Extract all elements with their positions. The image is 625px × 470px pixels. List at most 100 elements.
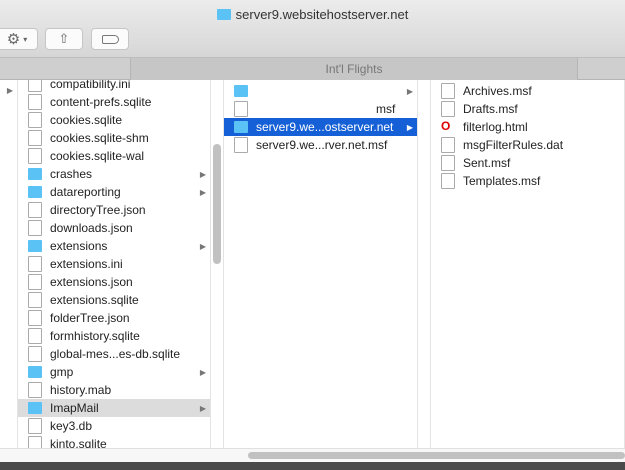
list-item[interactable]: Templates.msf — [431, 172, 624, 190]
chevron-right-icon: ▶ — [199, 241, 206, 251]
window-title: server9.websitehostserver.net — [0, 7, 625, 22]
list-item[interactable]: msf — [224, 100, 417, 118]
horizontal-scrollbar[interactable] — [0, 448, 625, 462]
chevron-right-icon: ▶ — [199, 169, 206, 179]
list-item[interactable]: formhistory.sqlite — [18, 327, 210, 345]
item-label: extensions.ini — [50, 257, 123, 271]
file-icon — [28, 148, 42, 164]
file-icon — [28, 94, 42, 110]
list-item[interactable]: msgFilterRules.dat — [431, 136, 624, 154]
column-1: compatibility.ini content-prefs.sqlite coo… — [18, 80, 211, 448]
list-item[interactable]: directoryTree.json — [18, 201, 210, 219]
list-item[interactable]: server9.we...rver.net.msf — [224, 136, 417, 154]
list-item[interactable]: compatibility.ini — [18, 80, 210, 93]
item-label: ImapMail — [50, 401, 99, 415]
column-browser: ▶ compatibility.ini content-prefs.sqlite c… — [0, 80, 625, 448]
list-item[interactable]: cookies.sqlite-shm — [18, 129, 210, 147]
list-item[interactable]: extensions.ini — [18, 255, 210, 273]
list-item[interactable]: extensions.json — [18, 273, 210, 291]
share-button[interactable]: ⇧ — [45, 28, 83, 50]
item-label: msf — [376, 102, 396, 116]
file-icon — [28, 220, 42, 236]
file-icon — [28, 274, 42, 290]
file-icon — [28, 292, 42, 308]
item-label: kinto.sqlite — [50, 437, 107, 448]
item-label: content-prefs.sqlite — [50, 95, 152, 109]
scrollbar-thumb[interactable] — [248, 452, 625, 459]
list-item[interactable]: gmp ▶ — [18, 363, 210, 381]
vertical-scrollbar[interactable] — [213, 144, 221, 264]
file-icon — [28, 256, 42, 272]
file-icon — [28, 80, 42, 92]
window-title-text: server9.websitehostserver.net — [235, 7, 409, 22]
tab-intl-flights[interactable]: Int'l Flights — [130, 58, 578, 80]
list-item[interactable]: extensions ▶ — [18, 237, 210, 255]
list-item[interactable]: Archives.msf — [431, 82, 624, 100]
list-item[interactable]: history.mab — [18, 381, 210, 399]
list-item[interactable]: kinto.sqlite — [18, 435, 210, 448]
tab-bar: Int'l Flights — [0, 58, 625, 80]
item-label: extensions.sqlite — [50, 293, 139, 307]
file-icon — [28, 418, 42, 434]
item-label: extensions.json — [50, 275, 133, 289]
file-icon — [441, 155, 455, 171]
list-item[interactable]: content-prefs.sqlite — [18, 93, 210, 111]
list-item[interactable]: ImapMail ▶ — [18, 399, 210, 417]
item-label: history.mab — [50, 383, 112, 397]
list-item[interactable]: datareporting ▶ — [18, 183, 210, 201]
list-item[interactable]: ▶ — [224, 82, 417, 100]
item-label: directoryTree.json — [50, 203, 146, 217]
list-item[interactable]: extensions.sqlite — [18, 291, 210, 309]
file-icon — [28, 328, 42, 344]
file-icon — [28, 382, 42, 398]
list-item[interactable]: Sent.msf — [431, 154, 624, 172]
folder-icon — [28, 402, 42, 414]
list-item[interactable]: server9.we...ostserver.net ▶ — [224, 118, 417, 136]
chevron-right-icon: ▶ — [199, 187, 206, 197]
folder-icon — [28, 240, 42, 252]
file-icon — [234, 137, 248, 153]
tags-button[interactable] — [91, 28, 129, 50]
file-icon — [28, 112, 42, 128]
list-item[interactable]: folderTree.json — [18, 309, 210, 327]
folder-icon — [28, 366, 42, 378]
toolbar: server9.websitehostserver.net ⚙ ▾ ⇧ — [0, 0, 625, 58]
list-item[interactable]: global-mes...es-db.sqlite — [18, 345, 210, 363]
item-label: cookies.sqlite-wal — [50, 149, 145, 163]
column-2: ▶ msf server9.we...ostserver.net ▶ server9.w… — [224, 80, 418, 448]
file-icon — [234, 101, 248, 117]
file-icon — [441, 83, 455, 99]
list-item[interactable]: crashes ▶ — [18, 165, 210, 183]
list-item[interactable]: cookies.sqlite-wal — [18, 147, 210, 165]
item-label: server9.we...rver.net.msf — [256, 138, 388, 152]
list-item[interactable]: downloads.json — [18, 219, 210, 237]
share-icon: ⇧ — [58, 31, 70, 46]
item-label: Archives.msf — [463, 84, 532, 98]
item-label: global-mes...es-db.sqlite — [50, 347, 181, 361]
folder-icon — [216, 9, 231, 20]
action-button[interactable]: ⚙ ▾ — [0, 28, 38, 50]
item-label: extensions — [50, 239, 108, 253]
chevron-right-icon: ▶ — [6, 86, 13, 95]
item-label: msgFilterRules.dat — [463, 138, 564, 152]
list-item[interactable]: key3.db — [18, 417, 210, 435]
gear-icon: ⚙ — [6, 31, 21, 48]
item-label: compatibility.ini — [50, 80, 131, 91]
list-item[interactable]: Drafts.msf — [431, 100, 624, 118]
chevron-right-icon: ▶ — [406, 122, 413, 132]
item-label: crashes — [50, 167, 93, 181]
file-icon — [441, 173, 455, 189]
chevron-down-icon: ▾ — [23, 34, 28, 44]
item-label: datareporting — [50, 185, 121, 199]
list-item[interactable]: cookies.sqlite — [18, 111, 210, 129]
item-label: cookies.sqlite-shm — [50, 131, 149, 145]
tag-icon — [101, 34, 119, 44]
chevron-right-icon: ▶ — [199, 367, 206, 377]
folder-icon — [28, 168, 42, 180]
list-item[interactable]: Ofilterlog.html — [431, 118, 624, 136]
folder-icon — [234, 85, 248, 97]
file-icon — [441, 137, 455, 153]
column-3: Archives.msf Drafts.msf Ofilterlog.html msg… — [430, 80, 625, 448]
item-label: downloads.json — [50, 221, 133, 235]
chevron-right-icon: ▶ — [406, 86, 413, 96]
